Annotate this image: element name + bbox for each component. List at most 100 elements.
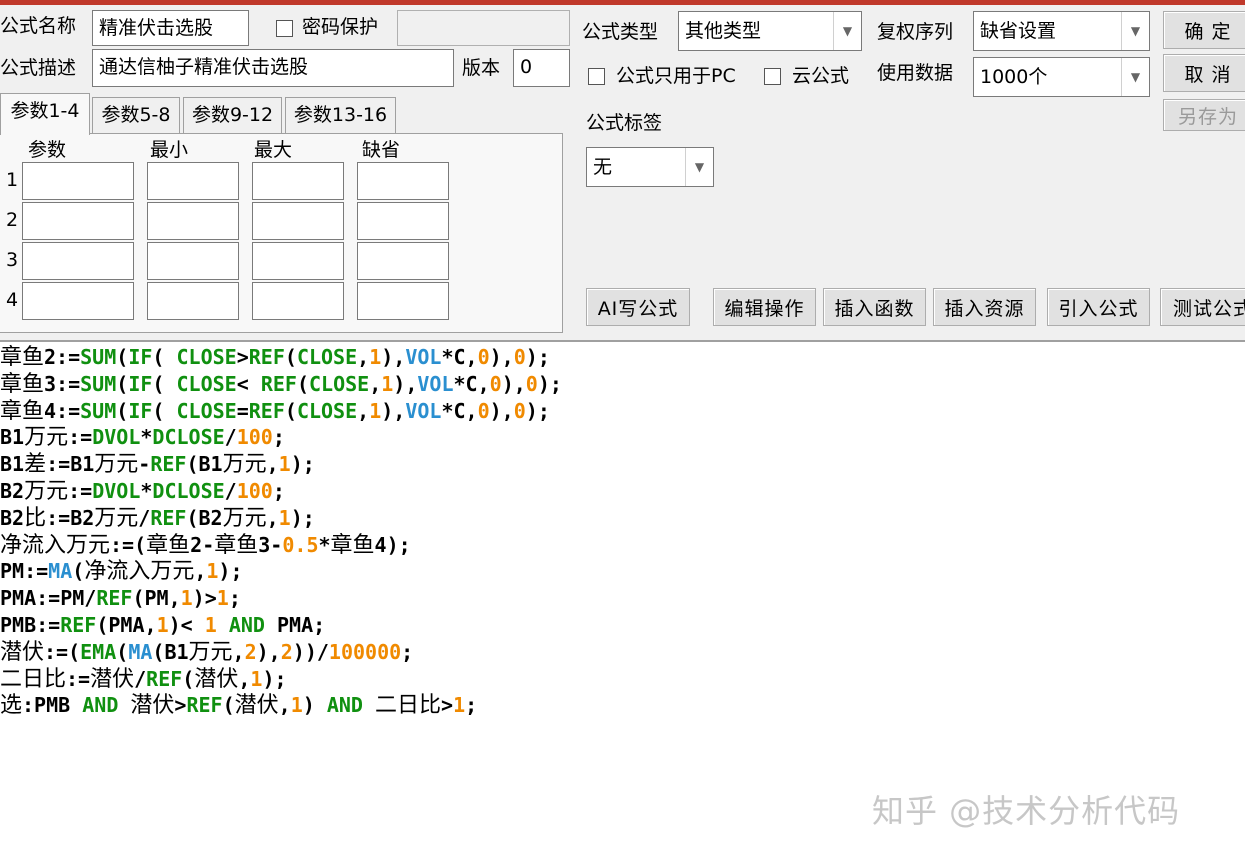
test-formula-button[interactable]: 测试公式 bbox=[1160, 288, 1245, 326]
code-token: ), bbox=[381, 398, 406, 423]
code-line[interactable]: PMB:=REF(PMA,1)< 1 AND PMA; bbox=[0, 612, 1245, 639]
code-line[interactable]: PM:=MA(净流入万元,1); bbox=[0, 558, 1245, 585]
code-token: 1 bbox=[156, 612, 169, 637]
import-formula-button[interactable]: 引入公式 bbox=[1047, 288, 1150, 326]
param-cell-4-default[interactable] bbox=[357, 282, 449, 320]
code-token: :PMB bbox=[22, 693, 83, 718]
data-count-select[interactable]: 1000个 ▼ bbox=[973, 57, 1150, 97]
tab-params-9-12[interactable]: 参数9-12 bbox=[183, 97, 282, 133]
ok-button[interactable]: 确 定 bbox=[1163, 11, 1245, 49]
param-cell-3-min[interactable] bbox=[147, 242, 239, 280]
tab-params-13-16[interactable]: 参数13-16 bbox=[285, 97, 396, 133]
code-token: ); bbox=[290, 505, 315, 530]
code-token: VOL bbox=[417, 371, 454, 396]
edit-ops-button[interactable]: 编辑操作 bbox=[713, 288, 816, 326]
code-token: ( bbox=[152, 371, 177, 396]
formula-name-input[interactable]: 精准伏击选股 bbox=[92, 10, 249, 46]
code-line[interactable]: PMA:=PM/REF(PM,1)>1; bbox=[0, 585, 1245, 612]
param-col-header-name: 参数 bbox=[28, 139, 67, 161]
formula-type-label: 公式类型 bbox=[582, 21, 659, 43]
code-line[interactable]: 章鱼4:=SUM(IF( CLOSE=REF(CLOSE,1),VOL*C,0)… bbox=[0, 398, 1245, 425]
param-cell-1-max[interactable] bbox=[252, 162, 344, 200]
param-cell-4-max[interactable] bbox=[252, 282, 344, 320]
param-cell-4-name[interactable] bbox=[22, 282, 134, 320]
code-line[interactable]: 二日比:=潜伏/REF(潜伏,1); bbox=[0, 666, 1245, 693]
code-token: 1 bbox=[278, 452, 291, 477]
code-token: AND bbox=[228, 612, 265, 637]
chevron-down-icon[interactable]: ▼ bbox=[685, 148, 713, 186]
version-input[interactable]: 0 bbox=[513, 49, 570, 87]
formula-desc-input[interactable]: 通达信柚子精准伏击选股 bbox=[92, 49, 454, 87]
watermark: 知乎 @技术分析代码 bbox=[872, 792, 1181, 830]
code-token: < bbox=[236, 371, 261, 396]
code-line[interactable]: 章鱼2:=SUM(IF( CLOSE>REF(CLOSE,1),VOL*C,0)… bbox=[0, 344, 1245, 371]
tab-params-1-4[interactable]: 参数1-4 bbox=[0, 93, 90, 135]
code-token: 100000 bbox=[328, 639, 402, 664]
code-line[interactable]: 选:PMB AND 潜伏>REF(潜伏,1) AND 二日比>1; bbox=[0, 692, 1245, 719]
code-token: IF bbox=[128, 371, 153, 396]
param-cell-1-name[interactable] bbox=[22, 162, 134, 200]
code-token: :=B2 bbox=[46, 505, 95, 530]
code-token: DCLOSE bbox=[152, 425, 225, 450]
code-token: = bbox=[236, 398, 249, 423]
param-cell-3-max[interactable] bbox=[252, 242, 344, 280]
code-line[interactable]: 净流入万元:=(章鱼2-章鱼3-0.5*章鱼4); bbox=[0, 532, 1245, 559]
formula-code-editor[interactable]: 章鱼2:=SUM(IF( CLOSE>REF(CLOSE,1),VOL*C,0)… bbox=[0, 344, 1245, 719]
code-token: , bbox=[369, 371, 382, 396]
code-token: 净流入万元 bbox=[84, 559, 195, 585]
code-token: 二日比 bbox=[375, 693, 442, 719]
ai-write-button[interactable]: AI写公式 bbox=[586, 288, 690, 326]
code-token: 万元 bbox=[188, 639, 233, 665]
chevron-down-icon[interactable]: ▼ bbox=[1121, 12, 1149, 50]
code-token: 万元 bbox=[24, 425, 69, 451]
code-token: *C, bbox=[453, 371, 490, 396]
param-cell-2-min[interactable] bbox=[147, 202, 239, 240]
code-token: , bbox=[266, 505, 279, 530]
code-token: 1 bbox=[381, 371, 394, 396]
code-token: 潜伏 bbox=[90, 666, 135, 692]
restore-series-select[interactable]: 缺省设置 ▼ bbox=[973, 11, 1150, 51]
param-col-header-max: 最大 bbox=[254, 139, 293, 161]
code-token: * bbox=[140, 478, 153, 503]
cloud-formula-checkbox[interactable] bbox=[764, 68, 781, 85]
pc-only-checkbox[interactable] bbox=[588, 68, 605, 85]
chevron-down-icon[interactable]: ▼ bbox=[833, 12, 861, 50]
code-token: , bbox=[232, 639, 245, 664]
code-line[interactable]: B2万元:=DVOL*DCLOSE/100; bbox=[0, 478, 1245, 505]
code-token: 万元 bbox=[94, 505, 139, 531]
param-cell-1-default[interactable] bbox=[357, 162, 449, 200]
param-cell-2-default[interactable] bbox=[357, 202, 449, 240]
save-as-button[interactable]: 另存为 bbox=[1163, 99, 1245, 131]
formula-tag-select[interactable]: 无 ▼ bbox=[586, 147, 714, 187]
param-cell-2-name[interactable] bbox=[22, 202, 134, 240]
formula-type-select[interactable]: 其他类型 ▼ bbox=[678, 11, 862, 51]
code-line[interactable]: 潜伏:=(EMA(MA(B1万元,2),2))/100000; bbox=[0, 639, 1245, 666]
code-token: 0 bbox=[489, 371, 502, 396]
code-token: CLOSE bbox=[308, 371, 370, 396]
code-line[interactable]: 章鱼3:=SUM(IF( CLOSE< REF(CLOSE,1),VOL*C,0… bbox=[0, 371, 1245, 398]
param-cell-2-max[interactable] bbox=[252, 202, 344, 240]
password-input[interactable] bbox=[397, 10, 570, 46]
cancel-button[interactable]: 取 消 bbox=[1163, 54, 1245, 92]
insert-resource-button[interactable]: 插入资源 bbox=[933, 288, 1036, 326]
param-cell-4-min[interactable] bbox=[147, 282, 239, 320]
param-cell-3-name[interactable] bbox=[22, 242, 134, 280]
chevron-down-icon[interactable]: ▼ bbox=[1121, 58, 1149, 96]
code-line[interactable]: B1差:=B1万元-REF(B1万元,1); bbox=[0, 451, 1245, 478]
code-token: 二日比 bbox=[0, 666, 67, 692]
code-token: MA bbox=[48, 559, 73, 584]
code-token: 0 bbox=[525, 371, 538, 396]
tab-params-5-8[interactable]: 参数5-8 bbox=[92, 97, 180, 133]
password-checkbox[interactable] bbox=[276, 20, 293, 37]
password-label: 密码保护 bbox=[302, 16, 379, 38]
insert-function-button[interactable]: 插入函数 bbox=[823, 288, 926, 326]
param-cell-1-min[interactable] bbox=[147, 162, 239, 200]
code-token: REF bbox=[260, 371, 297, 396]
code-token: ; bbox=[272, 478, 285, 503]
code-token: ), bbox=[501, 371, 526, 396]
param-cell-3-default[interactable] bbox=[357, 242, 449, 280]
code-line[interactable]: B2比:=B2万元/REF(B2万元,1); bbox=[0, 505, 1245, 532]
code-token: REF bbox=[248, 345, 285, 369]
code-line[interactable]: B1万元:=DVOL*DCLOSE/100; bbox=[0, 424, 1245, 451]
code-token: 章鱼 bbox=[214, 532, 259, 558]
